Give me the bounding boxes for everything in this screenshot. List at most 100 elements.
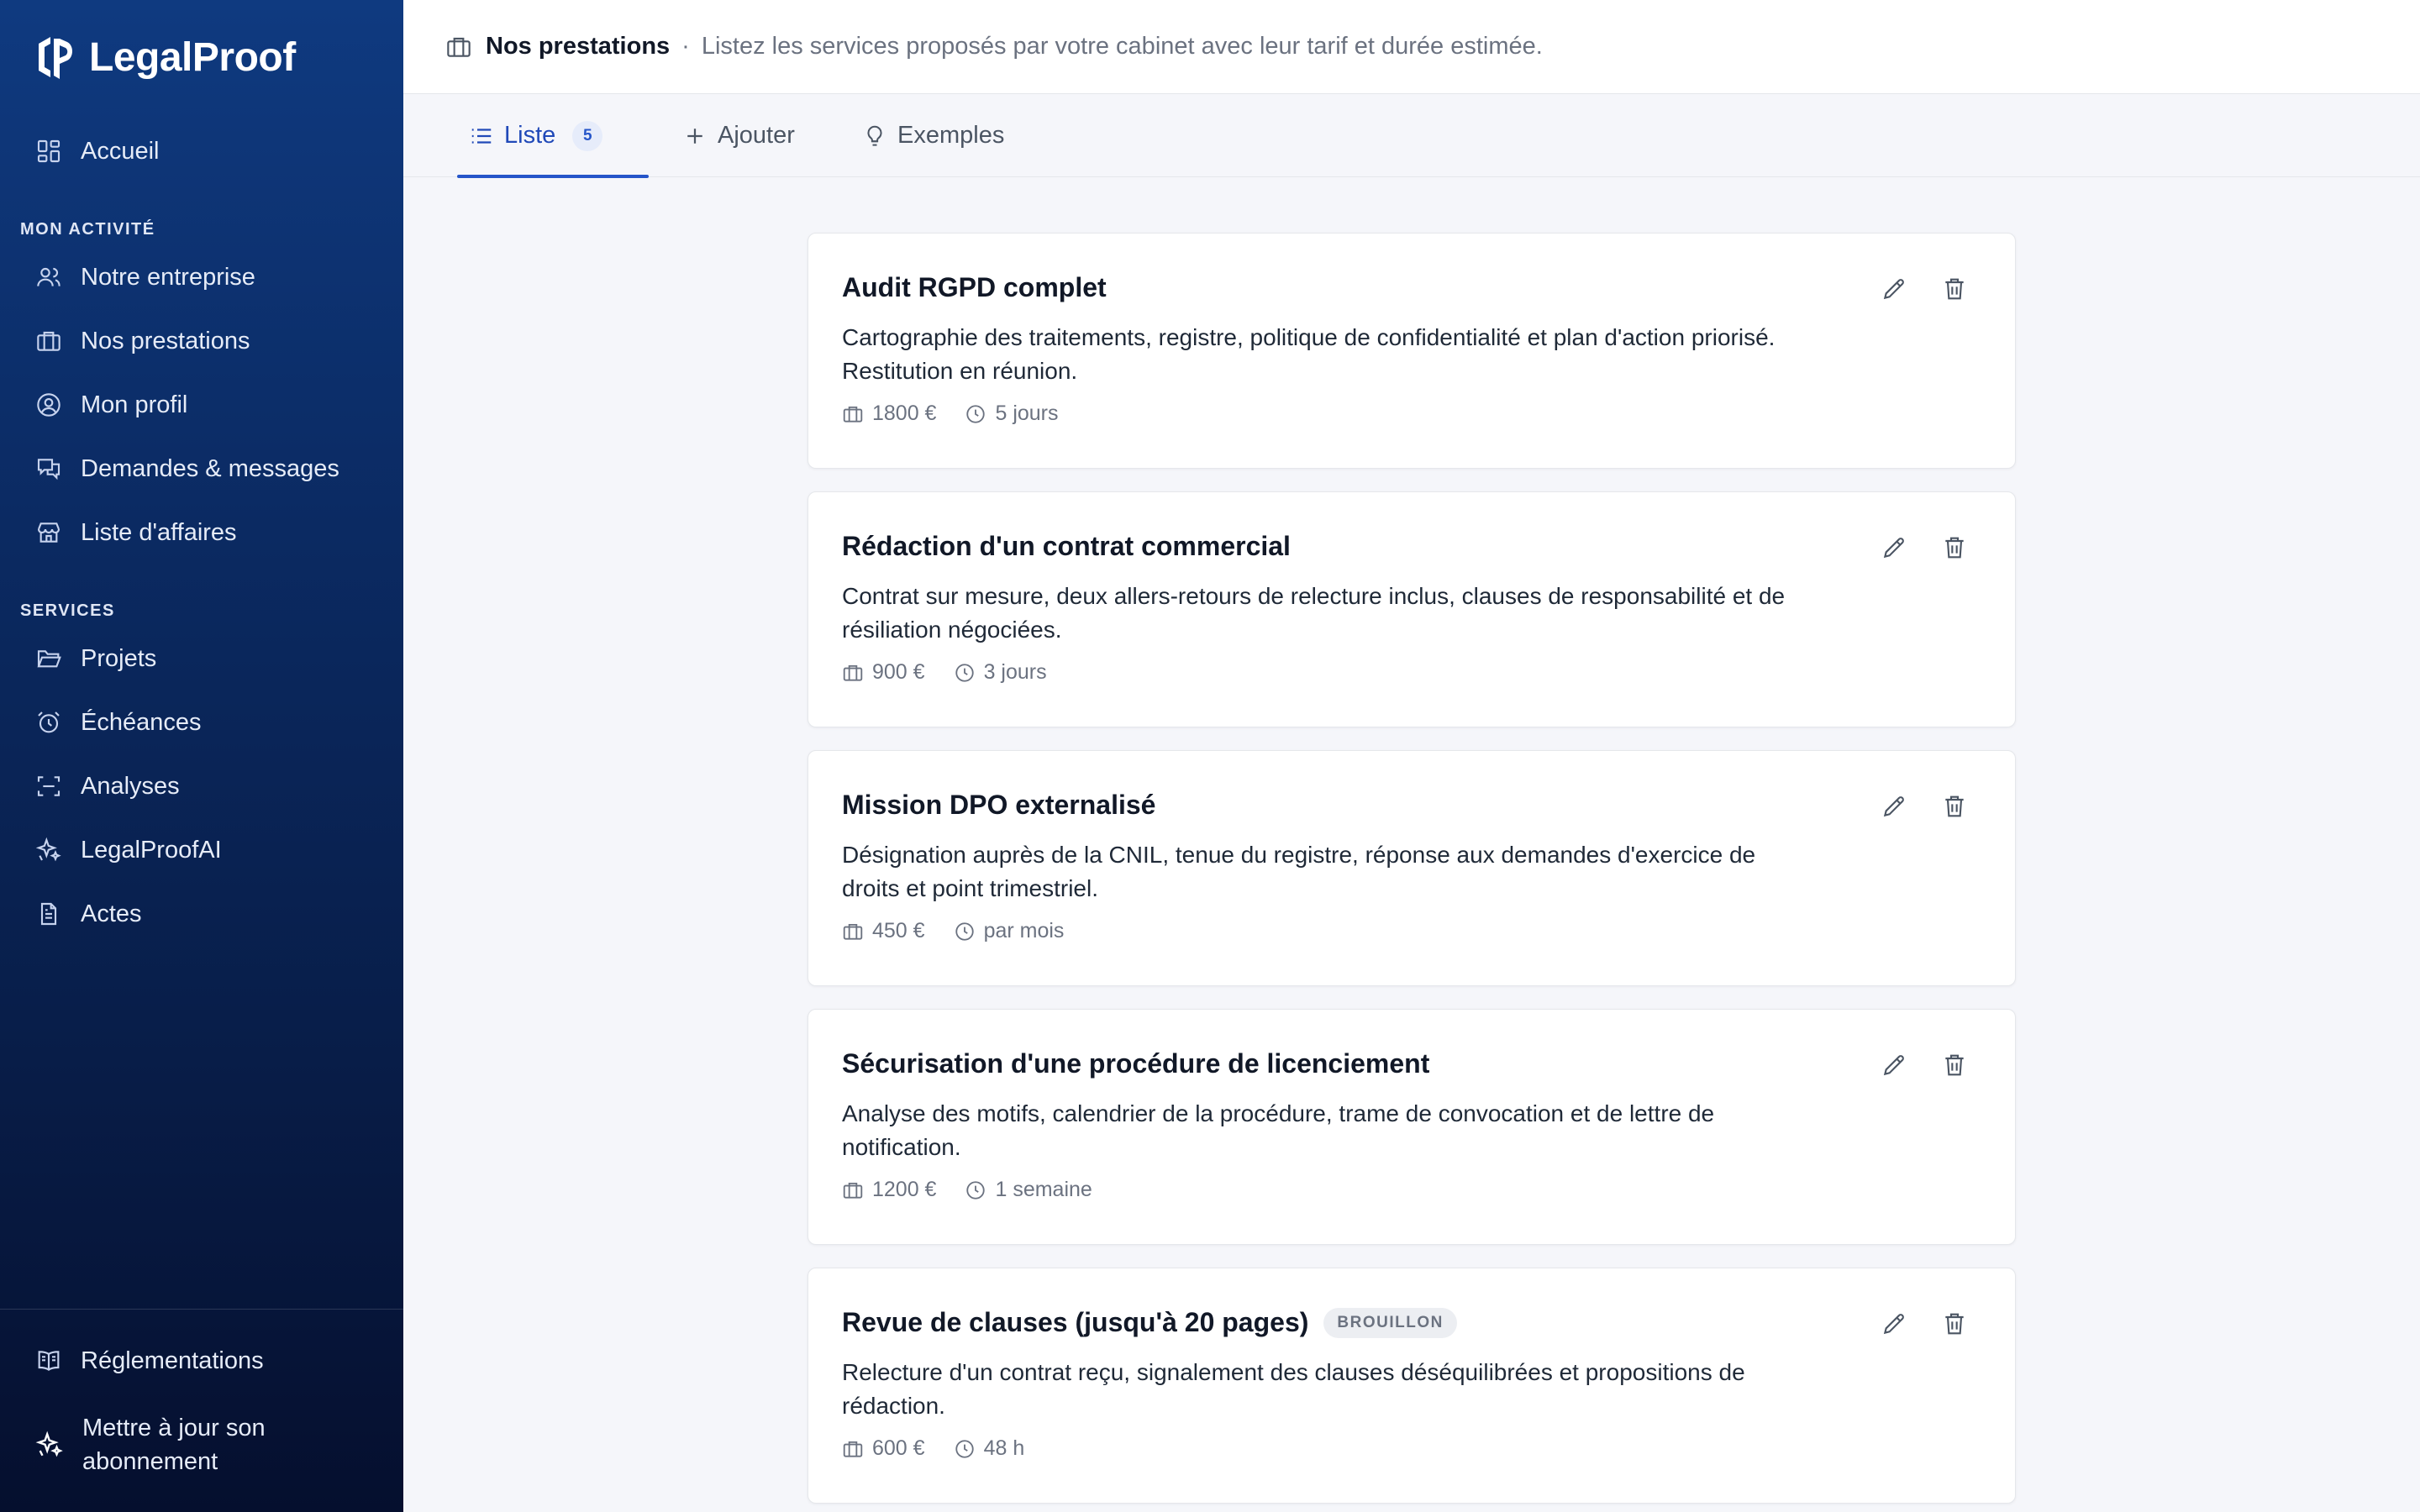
service-duration: 48 h: [954, 1436, 1024, 1461]
service-card: Sécurisation d'une procédure de licencie…: [808, 1009, 2016, 1245]
sidebar-item-label: Demandes & messages: [81, 454, 339, 482]
duration-value: par mois: [983, 919, 1065, 942]
briefcase-icon: [842, 662, 864, 684]
sidebar-item-label: Mon profil: [81, 391, 188, 418]
sidebar-item-label: Réglementations: [81, 1347, 264, 1374]
price-value: 450 €: [872, 919, 925, 942]
header-separator: ·: [681, 33, 690, 60]
service-meta: 450 € par mois: [842, 919, 1064, 943]
plus-icon: [682, 123, 708, 149]
sidebar-item-acts[interactable]: Actes: [35, 890, 142, 937]
folder-icon: [35, 645, 62, 672]
upgrade-subscription-button[interactable]: Mettre à jour son abonnement: [35, 1411, 351, 1478]
edit-icon[interactable]: [1881, 1052, 1907, 1079]
sidebar-divider: [0, 1309, 403, 1310]
service-description: Contrat sur mesure, deux allers-retours …: [842, 583, 1786, 643]
trash-icon[interactable]: [1941, 534, 1968, 561]
service-price: 900 €: [842, 660, 925, 685]
service-duration: par mois: [954, 919, 1065, 943]
users-icon: [35, 264, 62, 291]
sidebar-item-regulations[interactable]: Réglementations: [35, 1337, 264, 1384]
service-price: 1800 €: [842, 402, 936, 426]
card-actions: [1881, 534, 1968, 561]
tab-label: Liste: [504, 122, 556, 149]
trash-icon[interactable]: [1941, 276, 1968, 302]
store-icon: [35, 519, 62, 546]
page-title: Nos prestations: [486, 33, 671, 60]
page-description: Listez les services proposés par votre c…: [701, 33, 1543, 60]
service-title-text: Mission DPO externalisé: [842, 790, 1156, 820]
sidebar-item-profile[interactable]: Mon profil: [35, 381, 187, 428]
dashboard-icon: [35, 138, 62, 165]
service-card: Mission DPO externalisé Désignation aupr…: [808, 750, 2016, 986]
tab-count-badge: 5: [572, 120, 603, 151]
service-title-text: Revue de clauses (jusqu'à 20 pages): [842, 1307, 1309, 1337]
service-title: Rédaction d'un contrat commercial: [842, 531, 1291, 562]
edit-icon[interactable]: [1881, 534, 1907, 561]
tab-bar: Liste 5 Ajouter Exemples: [403, 94, 2420, 178]
service-title: Audit RGPD complet: [842, 272, 1107, 303]
book-icon: [35, 1347, 62, 1374]
clock-icon: [965, 403, 986, 425]
sidebar-item-deadlines[interactable]: Échéances: [35, 699, 202, 746]
price-value: 900 €: [872, 660, 925, 684]
service-title-text: Rédaction d'un contrat commercial: [842, 531, 1291, 561]
sidebar-item-company[interactable]: Notre entreprise: [35, 254, 255, 301]
trash-icon[interactable]: [1941, 1310, 1968, 1337]
service-description: Relecture d'un contrat reçu, signalement…: [842, 1359, 1745, 1419]
edit-icon[interactable]: [1881, 793, 1907, 820]
sidebar-item-label: Actes: [81, 900, 142, 927]
price-value: 600 €: [872, 1436, 925, 1460]
sidebar-item-deals[interactable]: Liste d'affaires: [35, 509, 237, 556]
sparkle-icon: [35, 1431, 64, 1459]
price-value: 1800 €: [872, 402, 937, 425]
service-meta: 1800 € 5 jours: [842, 402, 1059, 426]
lightbulb-icon: [862, 123, 887, 149]
scan-icon: [35, 773, 62, 800]
briefcase-icon: [842, 921, 864, 942]
nav-section-title: SERVICES: [20, 601, 115, 620]
sidebar-item-legalproofai[interactable]: LegalProofAI: [35, 827, 222, 874]
briefcase-icon: [842, 1438, 864, 1460]
sidebar: LegalProof Accueil MON ACTIVITÉ Notre en…: [0, 0, 403, 1512]
messages-icon: [35, 455, 62, 482]
sidebar-item-label: Notre entreprise: [81, 263, 255, 291]
tab-list[interactable]: Liste 5: [457, 94, 649, 178]
tab-label: Ajouter: [718, 122, 795, 149]
tab-examples[interactable]: Exemples: [862, 94, 1004, 177]
service-description: Analyse des motifs, calendrier de la pro…: [842, 1100, 1715, 1160]
sidebar-item-messages[interactable]: Demandes & messages: [35, 445, 339, 492]
user-circle-icon: [35, 391, 62, 418]
tab-add[interactable]: Ajouter: [682, 94, 795, 177]
sidebar-item-analyses[interactable]: Analyses: [35, 763, 180, 810]
service-duration: 3 jours: [954, 660, 1047, 685]
sidebar-item-projects[interactable]: Projets: [35, 635, 156, 682]
trash-icon[interactable]: [1941, 1052, 1968, 1079]
service-meta: 600 € 48 h: [842, 1436, 1024, 1461]
sidebar-item-services[interactable]: Nos prestations: [35, 318, 250, 365]
sidebar-item-label: Liste d'affaires: [81, 518, 237, 546]
service-price: 450 €: [842, 919, 925, 943]
brand[interactable]: LegalProof: [35, 34, 296, 81]
service-duration: 5 jours: [965, 402, 1059, 426]
service-card: Revue de clauses (jusqu'à 20 pages) BROU…: [808, 1268, 2016, 1504]
sidebar-item-label: Nos prestations: [81, 327, 250, 354]
alarm-icon: [35, 709, 62, 736]
edit-icon[interactable]: [1881, 1310, 1907, 1337]
trash-icon[interactable]: [1941, 793, 1968, 820]
service-title: Sécurisation d'une procédure de licencie…: [842, 1048, 1429, 1079]
sidebar-item-home[interactable]: Accueil: [35, 128, 160, 175]
sidebar-item-label: Analyses: [81, 772, 180, 800]
price-value: 1200 €: [872, 1178, 937, 1201]
brand-name: LegalProof: [89, 34, 296, 80]
service-title-text: Sécurisation d'une procédure de licencie…: [842, 1048, 1430, 1079]
service-price: 1200 €: [842, 1178, 936, 1202]
duration-value: 5 jours: [995, 402, 1059, 425]
service-card: Rédaction d'un contrat commercial Contra…: [808, 491, 2016, 727]
sidebar-item-label: Projets: [81, 644, 157, 672]
service-meta: 900 € 3 jours: [842, 660, 1047, 685]
clock-icon: [954, 662, 976, 684]
edit-icon[interactable]: [1881, 276, 1907, 302]
sidebar-item-label: Échéances: [81, 708, 202, 736]
nav-section-title: MON ACTIVITÉ: [20, 220, 155, 239]
